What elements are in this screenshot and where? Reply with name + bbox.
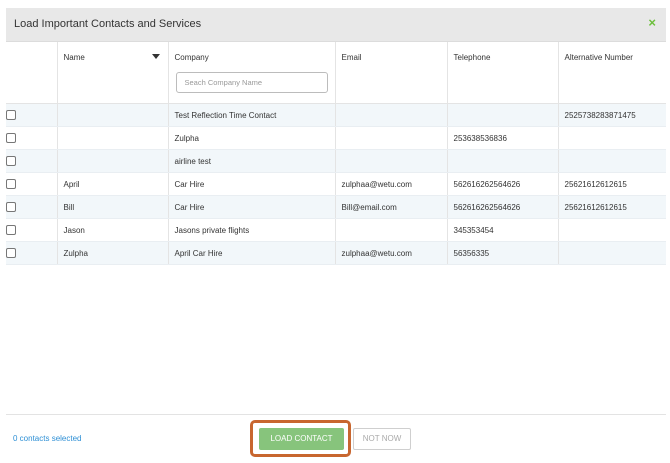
sort-down-icon[interactable] (151, 54, 160, 59)
cell-telephone: 345353454 (447, 218, 559, 242)
load-contact-button[interactable]: LOAD CONTACT (259, 428, 344, 450)
column-header-select (6, 42, 58, 104)
cell-name: Zulpha (57, 241, 169, 265)
row-checkbox[interactable] (6, 156, 16, 166)
column-header-label: Email (341, 53, 362, 62)
company-search-input[interactable] (175, 72, 328, 93)
cell-alternative-number: 25621612612615 (558, 172, 666, 196)
cell-name (57, 103, 169, 127)
cell-email: zulphaa@wetu.com (335, 241, 448, 265)
cell-telephone: 253638536836 (447, 126, 559, 150)
dialog-title: Load Important Contacts and Services (14, 18, 202, 30)
row-checkbox[interactable] (6, 179, 16, 189)
table-row[interactable]: Zulpha April Car Hire zulphaa@wetu.com 5… (6, 241, 666, 265)
cell-email (335, 126, 448, 150)
column-header-label: Company (174, 53, 209, 62)
cell-name (57, 126, 169, 150)
cell-email: zulphaa@wetu.com (335, 172, 448, 196)
column-header-label: Alternative Number (564, 53, 633, 62)
cell-email (335, 149, 448, 173)
cell-telephone: 56356335 (447, 241, 559, 265)
cell-alternative-number: 25621612612615 (558, 195, 666, 219)
cell-name: April (57, 172, 169, 196)
column-header-company: Company (168, 42, 336, 104)
cell-company: Test Reflection Time Contact (168, 103, 336, 127)
cell-company: Car Hire (168, 195, 336, 219)
not-now-button[interactable]: NOT NOW (353, 428, 411, 450)
row-checkbox[interactable] (6, 133, 16, 143)
row-checkbox[interactable] (6, 248, 16, 258)
selected-count: 0 contacts selected (13, 434, 82, 443)
cell-name: Jason (57, 218, 169, 242)
cell-email: Bill@email.com (335, 195, 448, 219)
cell-company: Jasons private flights (168, 218, 336, 242)
close-icon[interactable]: × (648, 15, 656, 30)
contacts-table: Name Company Email Telephone Alternative… (6, 42, 666, 265)
cell-telephone: 562616262564626 (447, 195, 559, 219)
column-header-telephone: Telephone (447, 42, 559, 104)
cell-company: April Car Hire (168, 241, 336, 265)
column-header-label: Name (63, 53, 85, 62)
cell-alternative-number (558, 126, 666, 150)
cell-telephone (447, 149, 559, 173)
column-header-name[interactable]: Name (57, 42, 169, 104)
row-checkbox[interactable] (6, 110, 16, 120)
table-row[interactable]: April Car Hire zulphaa@wetu.com 56261626… (6, 172, 666, 196)
row-checkbox[interactable] (6, 202, 16, 212)
cell-telephone (447, 103, 559, 127)
cell-alternative-number: 2525738283871475 (558, 103, 666, 127)
cell-name: Bill (57, 195, 169, 219)
table-row[interactable]: Zulpha 253638536836 (6, 126, 666, 150)
cell-alternative-number (558, 241, 666, 265)
column-header-label: Telephone (453, 53, 491, 62)
cell-telephone: 562616262564626 (447, 172, 559, 196)
footer-divider (6, 414, 666, 415)
cell-name (57, 149, 169, 173)
cell-company: Zulpha (168, 126, 336, 150)
table-row[interactable]: Bill Car Hire Bill@email.com 56261626256… (6, 195, 666, 219)
table-row[interactable]: airline test (6, 149, 666, 173)
table-row[interactable]: Test Reflection Time Contact 25257382838… (6, 103, 666, 127)
column-header-alternative-number: Alternative Number (558, 42, 666, 104)
cell-email (335, 218, 448, 242)
row-checkbox[interactable] (6, 225, 16, 235)
table-row[interactable]: Jason Jasons private flights 345353454 (6, 218, 666, 242)
table-header-row: Name Company Email Telephone Alternative… (6, 42, 666, 104)
cell-alternative-number (558, 218, 666, 242)
cell-alternative-number (558, 149, 666, 173)
cell-company: airline test (168, 149, 336, 173)
cell-email (335, 103, 448, 127)
dialog-header: Load Important Contacts and Services × (6, 8, 666, 42)
cell-company: Car Hire (168, 172, 336, 196)
column-header-email: Email (335, 42, 448, 104)
